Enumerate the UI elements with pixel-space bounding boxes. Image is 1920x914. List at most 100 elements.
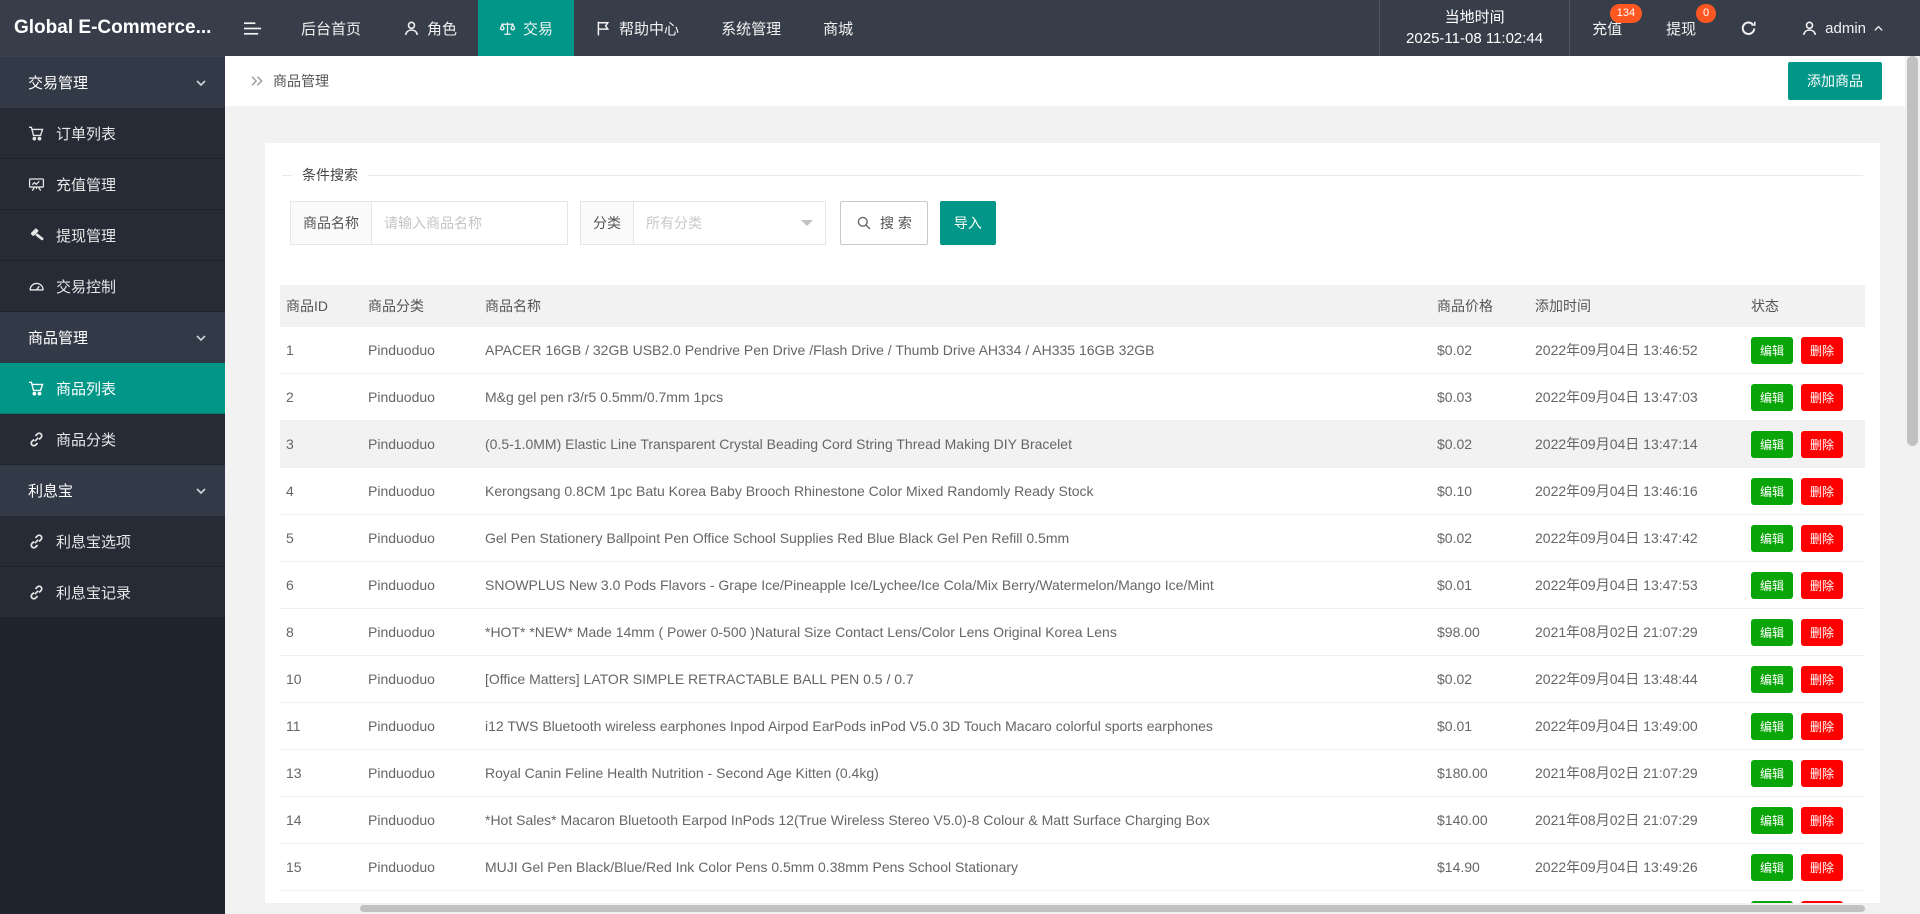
- cell-product-id: 2: [280, 373, 362, 421]
- menu-interest-options-label: 利息宝选项: [56, 533, 132, 551]
- cell-product-name: M&g gel pen r3/r5 0.5mm/0.7mm 1pcs: [479, 373, 1431, 421]
- nav-dashboard-label: 后台首页: [301, 20, 362, 38]
- cell-product-price: $0.02: [1431, 327, 1529, 374]
- delete-button[interactable]: 删除: [1801, 618, 1844, 646]
- delete-button[interactable]: 删除: [1801, 853, 1844, 881]
- edit-button[interactable]: 编辑: [1751, 571, 1794, 599]
- cart-icon: [28, 380, 45, 397]
- delete-button[interactable]: 删除: [1801, 712, 1844, 740]
- edit-button[interactable]: 编辑: [1751, 430, 1794, 458]
- cell-product-id: 8: [280, 608, 362, 656]
- table-row: 4 Pinduoduo Kerongsang 0.8CM 1pc Batu Kore…: [280, 467, 1865, 515]
- chevron-down-icon: [195, 332, 207, 344]
- menu-trade-control[interactable]: 交易控制: [0, 261, 225, 312]
- edit-button[interactable]: 编辑: [1751, 477, 1794, 505]
- table-row: 2 Pinduoduo M&g gel pen r3/r5 0.5mm/0.7mm …: [280, 373, 1865, 421]
- user-icon: [1801, 20, 1818, 37]
- delete-button[interactable]: 删除: [1801, 383, 1844, 411]
- delete-button[interactable]: 删除: [1801, 806, 1844, 834]
- nav-mall[interactable]: 商城: [802, 0, 874, 56]
- menu-order-list[interactable]: 订单列表: [0, 108, 225, 159]
- delete-button[interactable]: 删除: [1801, 430, 1844, 458]
- nav-dashboard[interactable]: 后台首页: [280, 0, 382, 56]
- edit-button[interactable]: 编辑: [1751, 712, 1794, 740]
- scrollbar-corner: [1905, 903, 1920, 914]
- user-icon: [403, 20, 420, 37]
- user-name: admin: [1825, 19, 1866, 37]
- delete-button[interactable]: 删除: [1801, 759, 1844, 787]
- table-header-row: 商品ID 商品分类 商品名称 商品价格 添加时间 状态: [280, 285, 1865, 327]
- vertical-scrollbar-thumb[interactable]: [1907, 56, 1918, 446]
- nav-menu-toggle[interactable]: [225, 0, 280, 56]
- edit-button[interactable]: 编辑: [1751, 524, 1794, 552]
- import-button[interactable]: 导入: [939, 201, 996, 245]
- cell-actions: 编辑删除: [1745, 327, 1865, 374]
- nav-roles[interactable]: 角色: [382, 0, 478, 56]
- gavel-icon: [28, 227, 45, 244]
- cell-product-name: MUJI Gel Pen Black/Blue/Red Ink Color Pe…: [479, 843, 1431, 891]
- cell-actions: 编辑删除: [1745, 561, 1865, 609]
- cell-actions: 编辑删除: [1745, 702, 1865, 750]
- section-product-management[interactable]: 商品管理: [0, 312, 225, 363]
- nav-system[interactable]: 系统管理: [700, 0, 802, 56]
- edit-button[interactable]: 编辑: [1751, 336, 1794, 364]
- cell-actions: 编辑删除: [1745, 796, 1865, 844]
- vertical-scrollbar[interactable]: [1905, 56, 1920, 903]
- cell-product-price: $0.03: [1431, 373, 1529, 421]
- edit-button[interactable]: 编辑: [1751, 618, 1794, 646]
- edit-button[interactable]: 编辑: [1751, 759, 1794, 787]
- delete-button[interactable]: 删除: [1801, 336, 1844, 364]
- delete-button[interactable]: 删除: [1801, 665, 1844, 693]
- edit-button[interactable]: 编辑: [1751, 383, 1794, 411]
- topbar: Global E-Commerce... 后台首页 角色 交易 帮助中心 系统管理 商城 …: [0, 0, 1920, 56]
- cell-actions: 编辑删除: [1745, 749, 1865, 797]
- cell-added-time: 2022年09月04日 13:47:42: [1529, 514, 1745, 562]
- cell-product-category: Pinduoduo: [362, 467, 479, 515]
- cell-product-name: SNOWPLUS New 3.0 Pods Flavors - Grape Ic…: [479, 561, 1431, 609]
- delete-button[interactable]: 删除: [1801, 524, 1844, 552]
- edit-button[interactable]: 编辑: [1751, 665, 1794, 693]
- menu-interest-options[interactable]: 利息宝选项: [0, 516, 225, 567]
- delete-button[interactable]: 删除: [1801, 477, 1844, 505]
- section-product-management-label: 商品管理: [28, 330, 89, 347]
- refresh-button[interactable]: [1718, 0, 1779, 56]
- menu-interest-records[interactable]: 利息宝记录: [0, 567, 225, 618]
- cell-product-name: (0.5-1.0MM) Elastic Line Transparent Cry…: [479, 420, 1431, 468]
- nav-trade[interactable]: 交易: [478, 0, 575, 56]
- page-title: 商品管理: [273, 73, 329, 89]
- horizontal-scrollbar-thumb[interactable]: [360, 905, 1865, 912]
- delete-button[interactable]: 删除: [1801, 571, 1844, 599]
- cell-added-time: 2022年09月04日 13:47:14: [1529, 420, 1745, 468]
- withdraw-link[interactable]: 提现 0: [1644, 0, 1718, 56]
- cell-product-id: 4: [280, 467, 362, 515]
- menu-product-list[interactable]: 商品列表: [0, 363, 225, 414]
- breadcrumb-bar: 商品管理 添加商品: [225, 56, 1920, 106]
- category-select[interactable]: 所有分类: [634, 201, 826, 245]
- cell-added-time: 2022年09月04日 13:47:53: [1529, 561, 1745, 609]
- product-name-input[interactable]: [372, 201, 568, 245]
- product-name-label: 商品名称: [290, 201, 372, 245]
- menu-recharge-management[interactable]: 充值管理: [0, 159, 225, 210]
- cell-added-time: 2021年08月02日 21:07:29: [1529, 749, 1745, 797]
- section-trade-management[interactable]: 交易管理: [0, 57, 225, 108]
- recharge-link[interactable]: 充值 134: [1570, 0, 1644, 56]
- cell-product-category: Pinduoduo: [362, 796, 479, 844]
- cell-product-id: 13: [280, 749, 362, 797]
- cell-product-price: $180.00: [1431, 749, 1529, 797]
- menu-product-list-label: 商品列表: [56, 380, 117, 398]
- menu-product-category[interactable]: 商品分类: [0, 414, 225, 465]
- menu-recharge-management-label: 充值管理: [56, 176, 117, 194]
- nav-help-center[interactable]: 帮助中心: [574, 0, 700, 56]
- table-row: 8 Pinduoduo *HOT* *NEW* Made 14mm ( Power …: [280, 608, 1865, 656]
- table-row: 15 Pinduoduo MUJI Gel Pen Black/Blue/Red I…: [280, 843, 1865, 891]
- edit-button[interactable]: 编辑: [1751, 853, 1794, 881]
- cell-product-category: Pinduoduo: [362, 655, 479, 703]
- search-button[interactable]: 搜 索: [840, 201, 928, 245]
- add-product-button[interactable]: 添加商品: [1788, 62, 1882, 100]
- edit-button[interactable]: 编辑: [1751, 806, 1794, 834]
- horizontal-scrollbar[interactable]: [225, 903, 1905, 914]
- menu-interest-records-label: 利息宝记录: [56, 584, 132, 602]
- user-menu[interactable]: admin: [1779, 0, 1906, 56]
- menu-withdraw-management[interactable]: 提现管理: [0, 210, 225, 261]
- section-interest-treasure[interactable]: 利息宝: [0, 465, 225, 516]
